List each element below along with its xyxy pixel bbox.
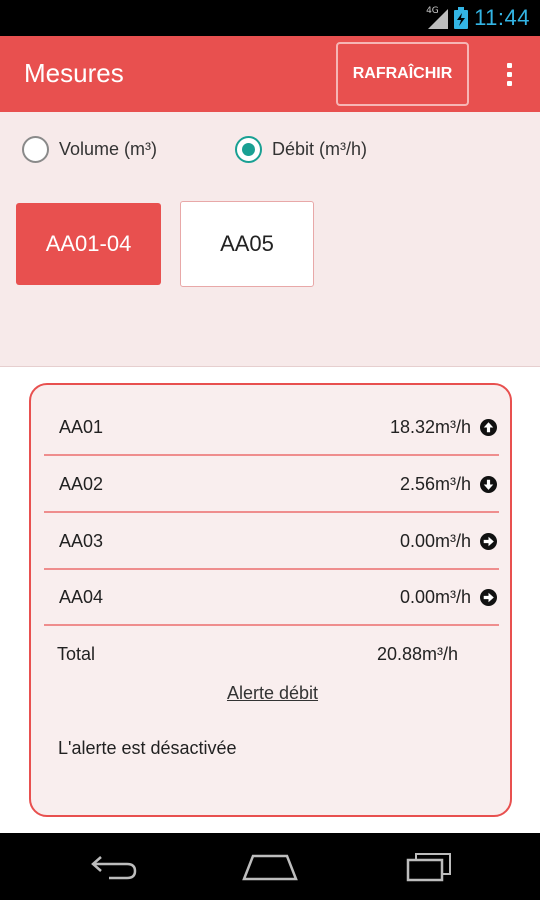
back-icon[interactable]	[83, 851, 143, 883]
group-aa01-04-button[interactable]: AA01-04	[16, 203, 161, 285]
measure-value: 0.00m³/h	[399, 586, 471, 607]
recent-apps-icon[interactable]	[398, 851, 458, 883]
overflow-menu-icon[interactable]	[496, 56, 522, 92]
group-aa05-button[interactable]: AA05	[180, 201, 314, 287]
total-label: Total	[57, 643, 96, 664]
refresh-button[interactable]: RAFRAÎCHIR	[336, 42, 469, 106]
signal-icon: 4G	[426, 6, 449, 29]
alert-status-text: L'alerte est désactivée	[58, 738, 237, 758]
system-nav-bar	[0, 833, 540, 900]
status-indicators: 4G 11:44	[426, 0, 530, 36]
arrow-up-circle-icon	[480, 419, 497, 436]
radio-volume-label: Volume (m³)	[59, 139, 158, 159]
arrow-down-circle-icon	[480, 476, 497, 493]
measure-name: AA01	[59, 416, 104, 437]
measure-row: AA02 2.56m³/h	[44, 457, 499, 513]
measure-name: AA02	[59, 473, 104, 494]
status-bar: 4G 11:44	[0, 0, 540, 36]
radio-debit-indicator[interactable]	[235, 136, 262, 163]
measure-row: AA01 18.32m³/h	[44, 400, 499, 456]
measure-value: 0.00m³/h	[399, 530, 471, 551]
arrow-right-circle-icon	[480, 589, 497, 606]
arrow-right-circle-icon	[480, 533, 497, 550]
radio-volume[interactable]: Volume (m³)	[22, 136, 157, 163]
radio-volume-indicator[interactable]	[22, 136, 49, 163]
home-icon[interactable]	[240, 851, 300, 883]
battery-charging-icon	[454, 7, 469, 29]
app-bar: Mesures RAFRAÎCHIR	[0, 36, 540, 112]
measure-name: AA03	[59, 530, 104, 551]
radio-debit[interactable]: Débit (m³/h)	[235, 136, 367, 163]
total-row: Total 20.88m³/h	[44, 626, 499, 682]
status-clock: 11:44	[474, 5, 530, 30]
measure-value: 18.32m³/h	[389, 416, 471, 437]
radio-debit-label: Débit (m³/h)	[272, 139, 368, 159]
control-panel: Volume (m³) Débit (m³/h) AA01-04 AA05	[0, 112, 540, 367]
measure-row: AA04 0.00m³/h	[44, 570, 499, 626]
measure-name: AA04	[59, 586, 104, 607]
measure-row: AA03 0.00m³/h	[44, 514, 499, 570]
alert-debit-link[interactable]: Alerte débit	[31, 683, 514, 704]
total-value: 20.88m³/h	[376, 643, 458, 664]
page-title: Mesures	[24, 58, 124, 88]
measure-value: 2.56m³/h	[399, 473, 471, 494]
measures-card: AA01 18.32m³/h AA02 2.56m³/h AA03 0.00m³…	[29, 383, 512, 817]
